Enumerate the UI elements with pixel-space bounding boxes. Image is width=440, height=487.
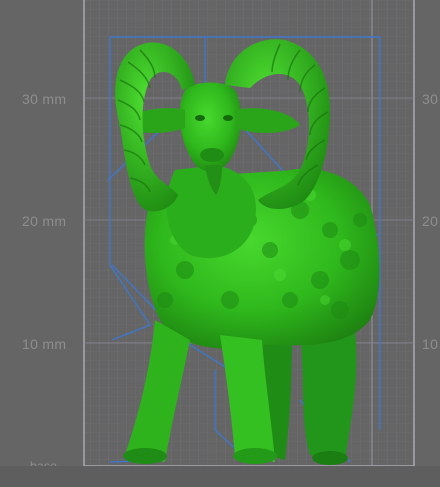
ruler-label-10mm: 10 mm — [22, 336, 67, 352]
viewport-bottom-strip — [0, 466, 440, 487]
ruler-label-right-10: 10 — [422, 336, 439, 352]
scene-canvas[interactable] — [0, 0, 440, 487]
ruler-label-right-20: 20 — [422, 213, 439, 229]
ruler-label-30mm: 30 mm — [22, 91, 67, 107]
ruler-label-20mm: 20 mm — [22, 213, 67, 229]
3d-viewport[interactable]: 30 mm 20 mm 10 mm base 30 20 10 — [0, 0, 440, 487]
ruler-label-right-30: 30 — [422, 91, 439, 107]
